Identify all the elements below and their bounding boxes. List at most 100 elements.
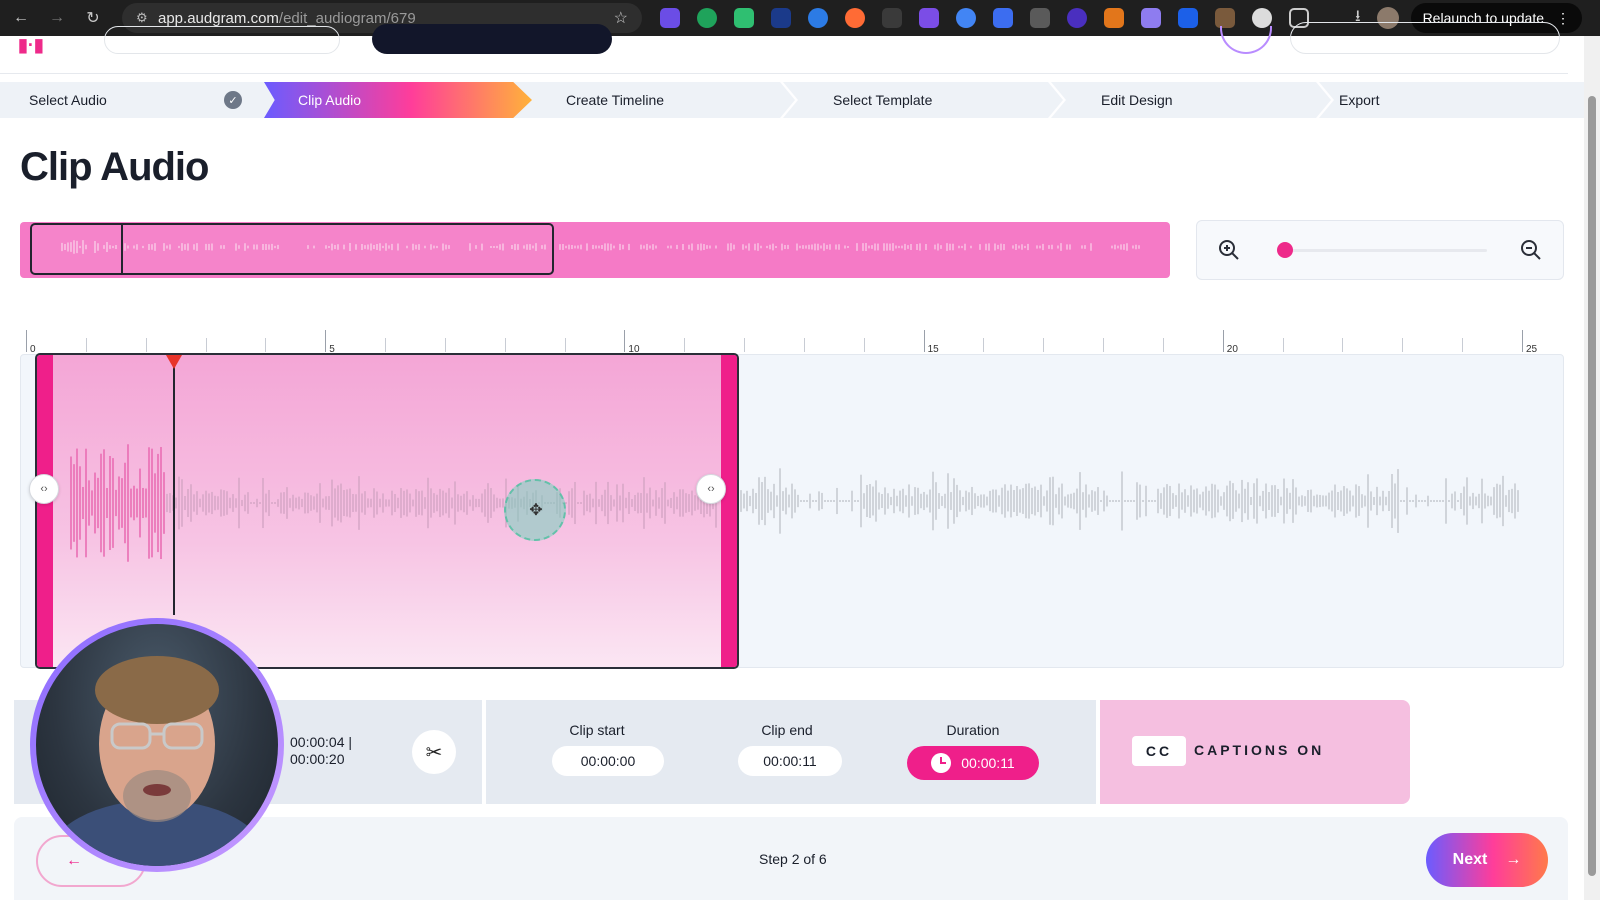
move-cursor-icon: ✥ [529, 502, 543, 519]
extension-icon[interactable] [697, 8, 717, 28]
ruler-tick [803, 338, 805, 352]
audio-overview[interactable] [20, 222, 1170, 278]
clip-end-handle[interactable]: ‹› [696, 474, 726, 504]
page-scrollbar[interactable] [1584, 36, 1600, 900]
ruler-tick [205, 338, 207, 352]
ruler-tick [1462, 338, 1464, 352]
audio-timeline[interactable]: ✥ ‹› ‹› [20, 353, 1564, 669]
url-host: app.audgram.com [158, 9, 279, 27]
step-select-audio[interactable]: Select Audio ✓ [0, 82, 262, 118]
more-menu-icon[interactable]: ⋮ [1556, 10, 1570, 27]
extension-icon[interactable] [808, 8, 828, 28]
back-arrow-icon[interactable]: ← [6, 3, 36, 33]
step-counter: Step 2 of 6 [759, 851, 827, 867]
step-create-timeline[interactable]: Create Timeline [532, 82, 794, 118]
total-time: 00:00:20 [290, 751, 345, 767]
zoom-out-icon[interactable] [1519, 238, 1543, 262]
zoom-in-icon[interactable] [1217, 238, 1241, 262]
playhead-marker-icon[interactable] [166, 355, 182, 369]
site-settings-icon[interactable]: ⚙ [136, 10, 158, 26]
clip-start-handle[interactable]: ‹› [29, 474, 59, 504]
step-label: Export [1339, 92, 1380, 108]
zoom-slider-track[interactable] [1287, 249, 1487, 252]
zoom-slider-thumb[interactable] [1277, 242, 1293, 258]
step-clip-audio[interactable]: Clip Audio [264, 82, 532, 118]
extension-icon[interactable] [1030, 8, 1050, 28]
wizard-steps: Select Audio ✓ Clip Audio Create Timelin… [0, 82, 1584, 118]
extension-icon[interactable] [845, 8, 865, 28]
ruler-major-tick [26, 330, 27, 352]
overview-selection-window[interactable] [30, 223, 554, 275]
presenter-video [36, 624, 278, 866]
next-button[interactable]: Next → [1426, 833, 1548, 887]
scrollbar-thumb[interactable] [1588, 96, 1596, 876]
step-label: Create Timeline [566, 92, 665, 108]
extension-icon[interactable] [1141, 8, 1161, 28]
duration-label: Duration [946, 722, 1000, 738]
extension-icon[interactable] [1067, 8, 1087, 28]
extension-icon[interactable] [1178, 8, 1198, 28]
ruler-tick [145, 338, 147, 352]
header-cta-button[interactable] [372, 24, 612, 54]
extension-icon[interactable] [1215, 8, 1235, 28]
back-arrow-icon: ← [66, 852, 82, 869]
extension-icon[interactable] [1252, 8, 1272, 28]
bookmark-star-icon[interactable]: ☆ [614, 8, 628, 28]
captions-toggle[interactable]: CC CAPTIONS ON [1100, 700, 1410, 804]
header-avatar-ring[interactable] [1220, 26, 1272, 54]
ruler-tick [983, 338, 985, 352]
cc-icon: CC [1132, 736, 1186, 766]
clip-end-bar[interactable] [721, 355, 737, 667]
app-header: ▮·▮ [0, 22, 1568, 74]
extension-icon[interactable] [882, 8, 902, 28]
arrow-right-icon: → [1505, 851, 1522, 868]
ruler-tick [85, 338, 87, 352]
ruler-tick [1043, 338, 1045, 352]
extension-icon[interactable] [771, 8, 791, 28]
extension-icon[interactable] [1104, 8, 1124, 28]
header-search[interactable] [104, 26, 340, 54]
extension-icon[interactable] [660, 8, 680, 28]
clip-start-bar[interactable] [37, 355, 53, 667]
ruler-tick [385, 338, 387, 352]
overview-playhead [121, 225, 123, 275]
clip-end-label: Clip end [761, 722, 813, 738]
step-edit-design[interactable]: Edit Design [1068, 82, 1330, 118]
step-label: Select Audio [29, 92, 107, 108]
ruler-major-tick [923, 330, 925, 352]
ruler-tick [684, 338, 686, 352]
time-ruler: 0 5 10 15 20 25 [20, 330, 1550, 355]
header-user-menu[interactable] [1290, 22, 1560, 54]
extension-icon[interactable] [993, 8, 1013, 28]
ruler-tick [1402, 338, 1404, 352]
step-label: Select Template [833, 92, 933, 108]
duration-value: 00:00:11 [961, 755, 1015, 771]
playhead-line[interactable] [173, 355, 175, 615]
extension-icon[interactable] [919, 8, 939, 28]
clip-start-field[interactable]: 00:00:00 [552, 746, 664, 776]
step-label: Clip Audio [298, 92, 362, 108]
step-select-template[interactable]: Select Template [800, 82, 1062, 118]
step-label: Edit Design [1101, 92, 1173, 108]
extension-icon[interactable] [956, 8, 976, 28]
next-label: Next [1452, 851, 1488, 868]
extension-icon[interactable] [734, 8, 754, 28]
reload-icon[interactable]: ↻ [78, 3, 108, 33]
step-export[interactable]: Export [1336, 82, 1584, 118]
captions-status: CAPTIONS ON [1194, 742, 1325, 758]
ruler-tick [564, 338, 566, 352]
scissors-icon[interactable]: ✂ [412, 730, 456, 774]
forward-arrow-icon[interactable]: → [42, 3, 72, 33]
check-icon: ✓ [224, 91, 242, 109]
webcam-overlay [30, 618, 284, 872]
page-title: Clip Audio [20, 145, 209, 189]
ruler-tick [504, 338, 506, 352]
zoom-control [1196, 220, 1564, 280]
ruler-major-tick [624, 330, 626, 352]
clip-end-field[interactable]: 00:00:11 [738, 746, 842, 776]
drag-cursor-indicator: ✥ [504, 479, 566, 541]
playback-time: 00:00:04 | 00:00:20 [290, 734, 352, 768]
ruler-tick [265, 338, 267, 352]
app-logo-icon[interactable]: ▮·▮ [18, 36, 54, 56]
ruler-tick [1103, 338, 1105, 352]
